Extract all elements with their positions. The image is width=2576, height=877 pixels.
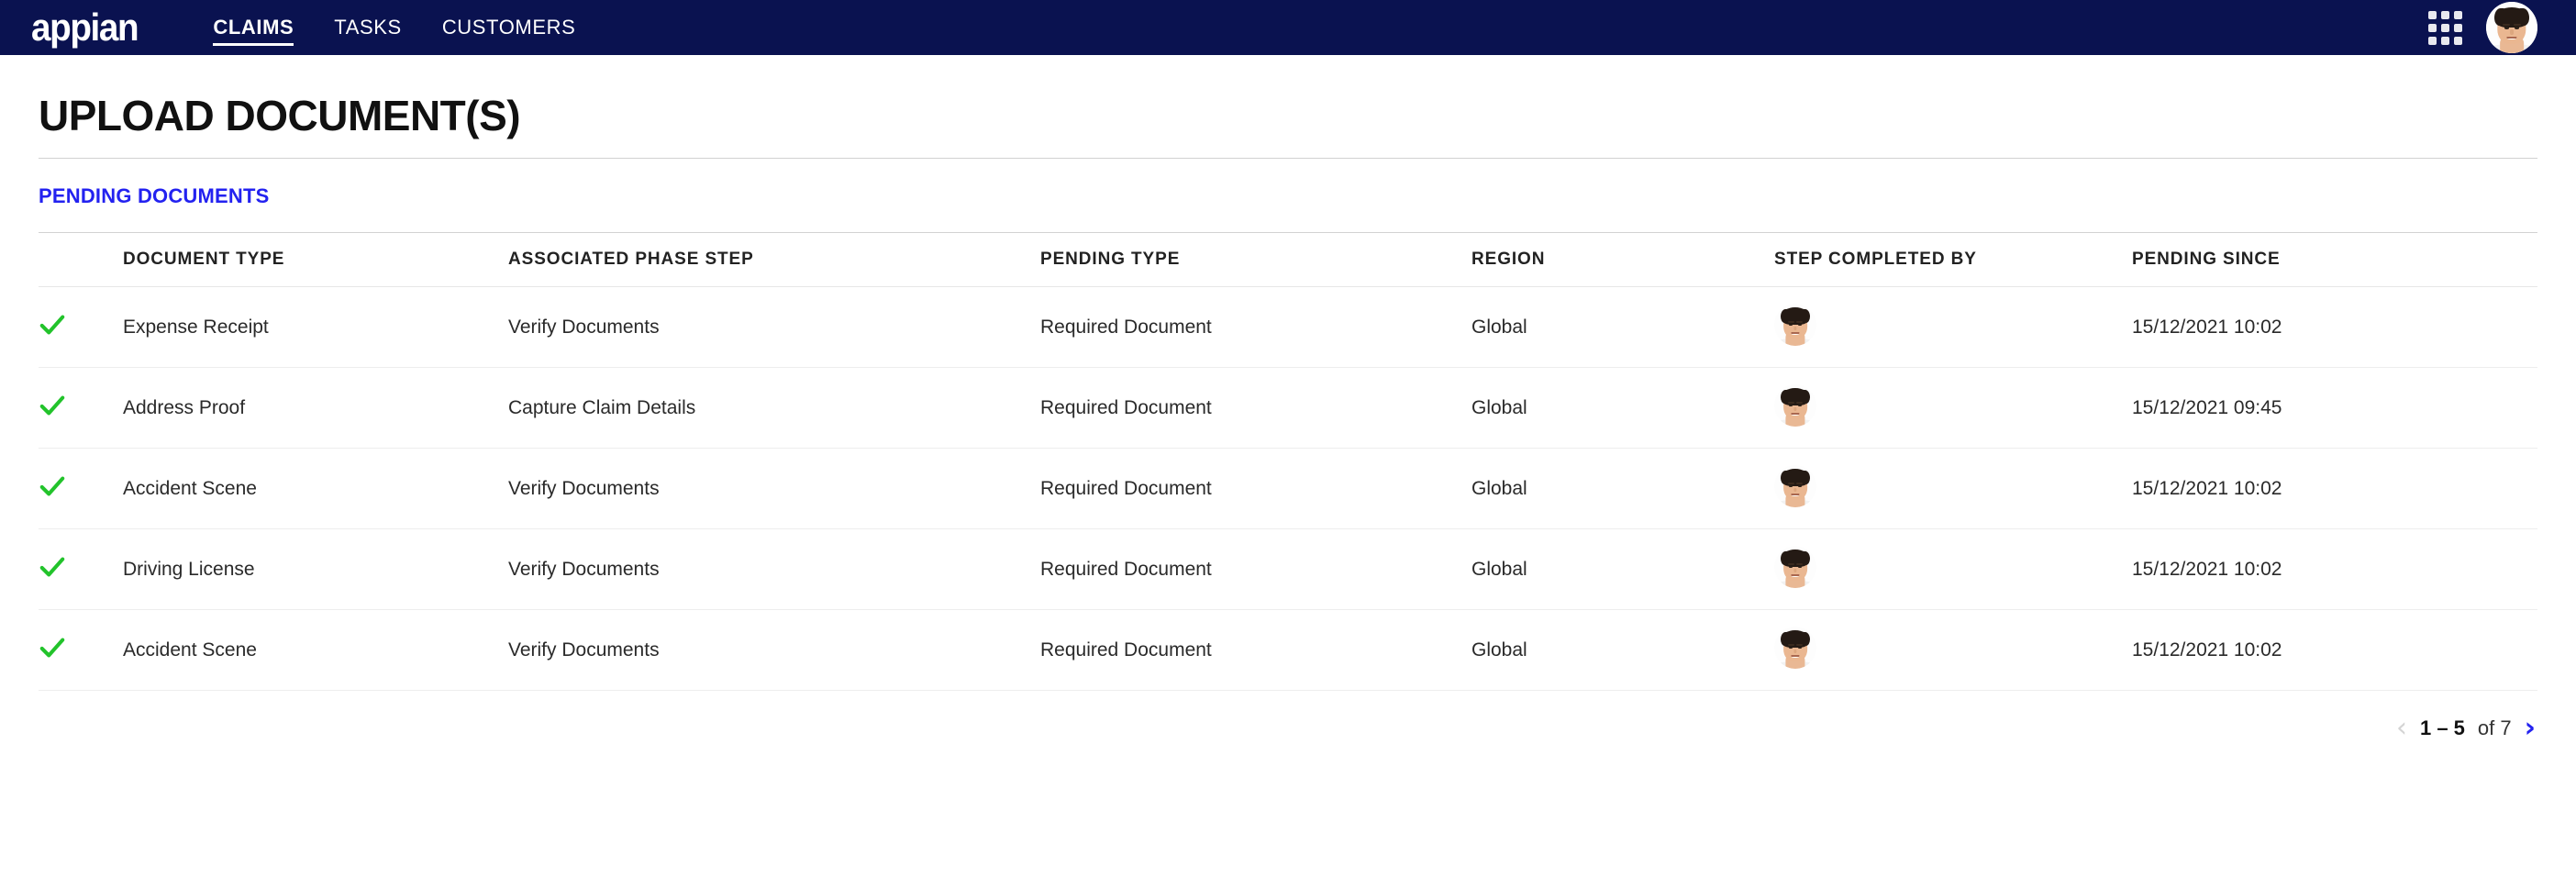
cell-region: Global — [1471, 287, 1774, 368]
row-avatar[interactable] — [1774, 546, 1816, 588]
nav-right-actions — [2428, 2, 2537, 53]
table-row[interactable]: Address ProofCapture Claim DetailsRequir… — [39, 368, 2537, 449]
column-header-pending-since[interactable]: PENDING SINCE — [2132, 233, 2537, 287]
row-avatar[interactable] — [1774, 304, 1816, 346]
cell-step-completed-by — [1774, 287, 2132, 368]
main-nav: CLAIMS TASKS CUSTOMERS — [213, 0, 575, 55]
avatar-face — [1774, 546, 1816, 588]
appian-logo[interactable]: appian — [31, 8, 138, 47]
table-row[interactable]: Accident SceneVerify DocumentsRequired D… — [39, 449, 2537, 529]
column-header-region[interactable]: REGION — [1471, 233, 1774, 287]
check-icon[interactable] — [39, 634, 66, 661]
check-icon[interactable] — [39, 311, 66, 339]
row-avatar[interactable] — [1774, 384, 1816, 427]
cell-region: Global — [1471, 449, 1774, 529]
grid-cell — [2441, 24, 2449, 32]
avatar-face — [1774, 465, 1816, 507]
cell-associated-phase-step: Verify Documents — [508, 610, 1040, 691]
page-content: UPLOAD DOCUMENT(S) PENDING DOCUMENTS DOC… — [0, 55, 2576, 742]
grid-cell — [2454, 11, 2462, 19]
nav-item-claims[interactable]: CLAIMS — [213, 0, 294, 55]
grid-cell — [2441, 37, 2449, 45]
cell-status — [39, 610, 123, 691]
grid-cell — [2428, 11, 2437, 19]
cell-pending-type: Required Document — [1040, 610, 1471, 691]
column-header-document-type[interactable]: DOCUMENT TYPE — [123, 233, 508, 287]
cell-pending-type: Required Document — [1040, 287, 1471, 368]
cell-associated-phase-step: Capture Claim Details — [508, 368, 1040, 449]
user-avatar[interactable] — [2486, 2, 2537, 53]
cell-step-completed-by — [1774, 449, 2132, 529]
nav-item-tasks[interactable]: TASKS — [334, 0, 402, 55]
cell-step-completed-by — [1774, 610, 2132, 691]
cell-pending-since: 15/12/2021 10:02 — [2132, 449, 2537, 529]
cell-step-completed-by — [1774, 529, 2132, 610]
cell-document-type: Driving License — [123, 529, 508, 610]
pagination: ‹ 1 – 5 of 7 › — [39, 691, 2537, 742]
cell-region: Global — [1471, 368, 1774, 449]
table-row[interactable]: Expense ReceiptVerify DocumentsRequired … — [39, 287, 2537, 368]
cell-pending-type: Required Document — [1040, 368, 1471, 449]
cell-status — [39, 287, 123, 368]
cell-pending-since: 15/12/2021 10:02 — [2132, 287, 2537, 368]
column-header-associated-phase-step[interactable]: ASSOCIATED PHASE STEP — [508, 233, 1040, 287]
check-icon[interactable] — [39, 553, 66, 581]
cell-region: Global — [1471, 529, 1774, 610]
cell-status — [39, 368, 123, 449]
grid-cell — [2454, 37, 2462, 45]
pagination-total: of 7 — [2478, 716, 2512, 740]
cell-associated-phase-step: Verify Documents — [508, 529, 1040, 610]
table-header-row: DOCUMENT TYPE ASSOCIATED PHASE STEP PEND… — [39, 233, 2537, 287]
cell-status — [39, 449, 123, 529]
cell-status — [39, 529, 123, 610]
grid-cell — [2441, 11, 2449, 19]
cell-document-type: Address Proof — [123, 368, 508, 449]
column-header-pending-type[interactable]: PENDING TYPE — [1040, 233, 1471, 287]
cell-pending-since: 15/12/2021 10:02 — [2132, 529, 2537, 610]
check-icon[interactable] — [39, 472, 66, 500]
pending-documents-table: DOCUMENT TYPE ASSOCIATED PHASE STEP PEND… — [39, 233, 2537, 691]
cell-associated-phase-step: Verify Documents — [508, 449, 1040, 529]
column-header-step-completed-by[interactable]: STEP COMPLETED BY — [1774, 233, 2132, 287]
nav-item-customers[interactable]: CUSTOMERS — [442, 0, 576, 55]
avatar-face — [2486, 2, 2537, 53]
avatar-face — [1774, 627, 1816, 669]
avatar-face — [1774, 384, 1816, 427]
cell-pending-type: Required Document — [1040, 449, 1471, 529]
grid-cell — [2428, 37, 2437, 45]
grid-cell — [2428, 24, 2437, 32]
table-row[interactable]: Accident SceneVerify DocumentsRequired D… — [39, 610, 2537, 691]
cell-pending-type: Required Document — [1040, 529, 1471, 610]
cell-step-completed-by — [1774, 368, 2132, 449]
cell-pending-since: 15/12/2021 09:45 — [2132, 368, 2537, 449]
chevron-right-icon[interactable]: › — [2525, 715, 2536, 742]
top-navigation-bar: appian CLAIMS TASKS CUSTOMERS — [0, 0, 2576, 55]
section-label-pending-documents: PENDING DOCUMENTS — [39, 159, 2537, 232]
check-icon[interactable] — [39, 392, 66, 419]
cell-document-type: Expense Receipt — [123, 287, 508, 368]
row-avatar[interactable] — [1774, 465, 1816, 507]
row-avatar[interactable] — [1774, 627, 1816, 669]
cell-region: Global — [1471, 610, 1774, 691]
cell-document-type: Accident Scene — [123, 449, 508, 529]
cell-document-type: Accident Scene — [123, 610, 508, 691]
cell-associated-phase-step: Verify Documents — [508, 287, 1040, 368]
pagination-range: 1 – 5 — [2420, 716, 2465, 740]
cell-pending-since: 15/12/2021 10:02 — [2132, 610, 2537, 691]
avatar-face — [1774, 304, 1816, 346]
apps-grid-icon[interactable] — [2428, 11, 2462, 45]
column-header-status[interactable] — [39, 233, 123, 287]
table-body: Expense ReceiptVerify DocumentsRequired … — [39, 287, 2537, 691]
table-row[interactable]: Driving LicenseVerify DocumentsRequired … — [39, 529, 2537, 610]
page-title: UPLOAD DOCUMENT(S) — [39, 55, 2537, 158]
grid-cell — [2454, 24, 2462, 32]
chevron-left-icon[interactable]: ‹ — [2396, 715, 2407, 742]
table-header: DOCUMENT TYPE ASSOCIATED PHASE STEP PEND… — [39, 233, 2537, 287]
